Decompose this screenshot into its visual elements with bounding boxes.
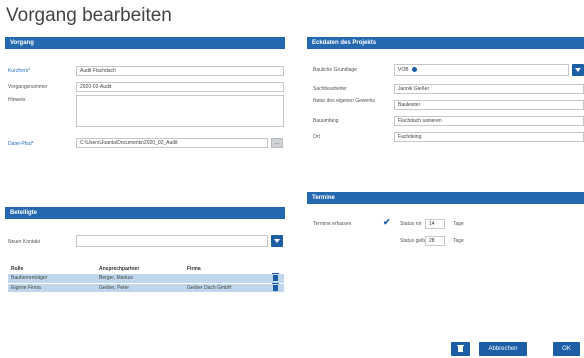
status-gelb-label: Status gelb xyxy=(400,238,426,244)
page-title: Vorgang bearbeiten xyxy=(6,5,172,26)
cell-ansprechpartner: Berger, Markus xyxy=(99,275,133,282)
cell-rolle: Eigene Firma xyxy=(8,282,96,292)
neuer-kontakt-dropdown-button[interactable] xyxy=(271,235,283,247)
status-gelb-field[interactable]: 28 xyxy=(425,236,445,246)
kurzform-label: Kurzform* xyxy=(8,68,31,74)
abbrechen-button[interactable]: Abbrechen xyxy=(479,342,527,356)
tage-label-1: Tage xyxy=(453,221,464,227)
cell-firma xyxy=(184,274,270,283)
sachbearbeiter-label: Sachbearbeiter xyxy=(313,86,347,92)
table-row[interactable]: Bauherrenträger Berger, Markus xyxy=(8,273,284,283)
trash-icon[interactable] xyxy=(272,282,279,291)
bauliche-dropdown-button[interactable] xyxy=(572,64,584,76)
natur-gewerk-field[interactable]: Bauleister xyxy=(394,100,584,110)
natur-gewerk-label: Natur des eigenen Gewerks xyxy=(313,98,375,104)
tage-label-2: Tage xyxy=(453,238,464,244)
sachbearbeiter-field[interactable]: Jannik Gießer xyxy=(394,84,584,94)
trash-icon[interactable] xyxy=(272,273,279,282)
eckdaten-header: Eckdaten des Projekts xyxy=(307,37,584,49)
datei-pfad-field[interactable]: C:\Users\Joanta\Documents\2020_02_Audit xyxy=(76,138,268,148)
neuer-kontakt-label: Neuer Kontakt xyxy=(8,239,40,245)
column-header-ansprechpartner: Ansprechpartner xyxy=(99,266,140,272)
hinweis-label: Hinweis xyxy=(8,97,26,103)
column-header-firma: Firma xyxy=(187,266,201,272)
beteiligte-table: Rolle Ansprechpartner Firma Bauherrenträ… xyxy=(8,264,284,292)
ort-label: Ort xyxy=(313,134,320,140)
neuer-kontakt-select[interactable] xyxy=(76,235,268,247)
kurzform-field[interactable]: Audit Flachdach xyxy=(76,66,284,76)
bauliche-grundlage-select[interactable]: VOB xyxy=(394,64,569,76)
bauumfang-field[interactable]: Flachdach sanieren xyxy=(394,116,584,126)
bauumfang-label: Bauumfang xyxy=(313,118,339,124)
termine-header: Termine xyxy=(307,192,584,204)
hinweis-textarea[interactable] xyxy=(76,95,284,127)
delete-button[interactable] xyxy=(451,342,470,356)
termine-erfassen-label: Termine erfassen xyxy=(313,221,352,227)
ok-button[interactable]: OK xyxy=(553,342,580,356)
bauliche-grundlage-label: Bauliche Grundlage xyxy=(313,67,357,73)
status-rot-label: Status rot xyxy=(400,221,422,227)
ort-field[interactable]: Fachdeing xyxy=(394,132,584,142)
termine-checkbox[interactable]: ✔ xyxy=(383,217,391,227)
vorgangsnummer-field[interactable]: 2020-02-Audit xyxy=(76,82,284,92)
beteiligte-header: Beteiligte xyxy=(5,207,285,219)
bauliche-grundlage-value: VOB xyxy=(398,67,409,73)
status-rot-field[interactable]: 14 xyxy=(425,219,445,229)
info-icon xyxy=(411,67,417,73)
column-header-rolle: Rolle xyxy=(11,266,24,272)
table-row[interactable]: Eigene Firma Gerber, Peter Gerber Dach G… xyxy=(8,282,284,292)
vorgang-header: Vorgang xyxy=(5,37,285,49)
datei-pfad-label: Datei-Pfad* xyxy=(8,141,34,147)
cell-ansprechpartner: Gerber, Peter xyxy=(96,282,184,292)
browse-path-button[interactable]: ... xyxy=(271,138,283,148)
cell-rolle: Bauherrenträger xyxy=(11,275,48,282)
vorgangsnummer-label: Vorgangsnummer xyxy=(8,84,48,90)
cell-firma: Gerber Dach GmbH xyxy=(184,282,270,292)
